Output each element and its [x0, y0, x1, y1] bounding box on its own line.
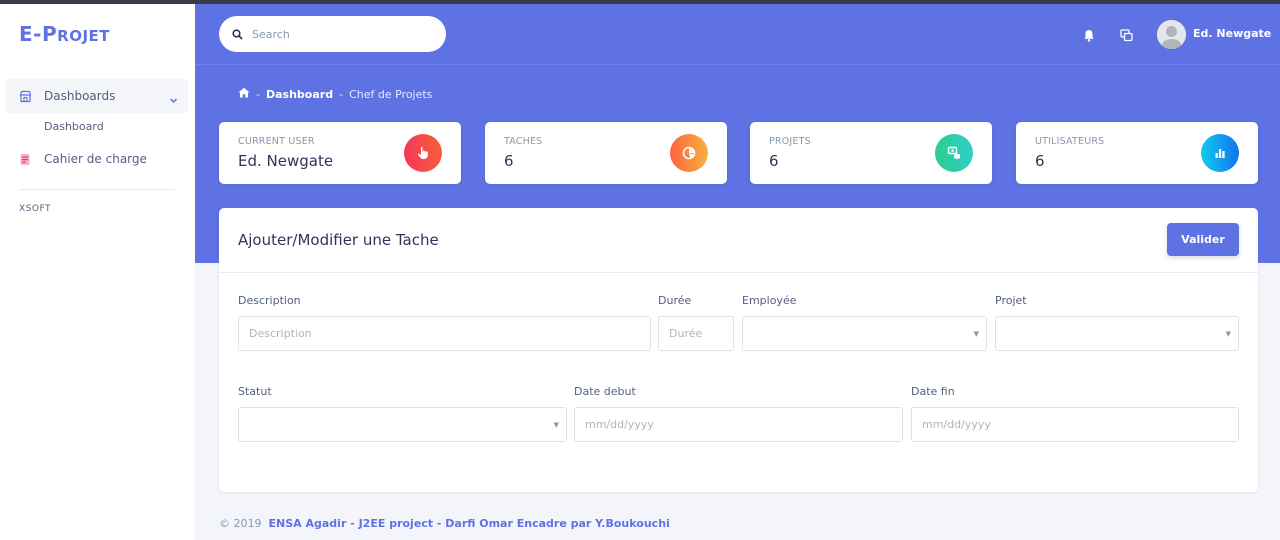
stat-title: PROJETS	[769, 136, 811, 147]
dropdown-arrow-icon: ▼	[553, 421, 559, 429]
duree-label: Durée	[658, 294, 692, 307]
description-label: Description	[238, 294, 301, 307]
chevron-down-icon	[169, 90, 178, 109]
stat-title: UTILISATEURS	[1035, 136, 1105, 147]
money-coins-icon	[935, 134, 973, 172]
date-fin-label: Date fin	[911, 385, 955, 398]
breadcrumb-separator: -	[339, 87, 344, 101]
stat-value: 6	[504, 152, 514, 170]
sidebar-item-label: Cahier de charge	[44, 152, 147, 166]
window-top-border	[0, 0, 1280, 4]
dropdown-arrow-icon: ▼	[1225, 330, 1231, 338]
task-form-panel: Ajouter/Modifier une Tache Valider Descr…	[219, 208, 1258, 492]
avatar[interactable]	[1157, 20, 1186, 49]
sidebar-item-dashboards[interactable]: Dashboards	[6, 79, 188, 113]
employee-label: Employée	[742, 294, 797, 307]
valider-button[interactable]: Valider	[1167, 223, 1239, 256]
statut-label: Statut	[238, 385, 272, 398]
statut-select[interactable]: ▼	[238, 407, 567, 442]
stat-value: 6	[769, 152, 779, 170]
sidebar-item-label: Dashboards	[44, 89, 116, 103]
footer-credit-link[interactable]: ENSA Agadir - J2EE project - Darfi Omar …	[269, 517, 670, 530]
form-title: Ajouter/Modifier une Tache	[238, 231, 439, 249]
breadcrumb-item-dashboard[interactable]: Dashboard	[266, 88, 333, 101]
home-icon[interactable]	[238, 87, 250, 101]
screens-icon[interactable]	[1120, 27, 1133, 46]
hand-pointer-icon	[404, 134, 442, 172]
dropdown-arrow-icon: ▼	[973, 330, 979, 338]
duree-input[interactable]	[658, 316, 734, 351]
sidebar-divider	[19, 189, 175, 190]
sidebar-section-heading: XSOFT	[19, 204, 51, 214]
user-name[interactable]: Ed. Newgate	[1193, 27, 1271, 40]
stat-card-current-user: CURRENT USER Ed. Newgate	[219, 122, 461, 184]
bar-chart-icon	[1201, 134, 1239, 172]
stat-card-utilisateurs: UTILISATEURS 6	[1016, 122, 1258, 184]
projet-label: Projet	[995, 294, 1027, 307]
date-debut-input[interactable]	[574, 407, 903, 442]
stat-card-projets: PROJETS 6	[750, 122, 992, 184]
sidebar-subitem-dashboard[interactable]: Dashboard	[44, 120, 104, 133]
sidebar: E-PROJET Dashboards Dashboard Cahier de …	[0, 4, 195, 540]
description-input[interactable]	[238, 316, 651, 351]
footer-copyright: © 2019	[219, 517, 262, 530]
stat-title: CURRENT USER	[238, 136, 315, 147]
document-icon	[18, 152, 32, 166]
search-bar[interactable]	[219, 16, 446, 52]
breadcrumb: - Dashboard - Chef de Projets	[238, 87, 432, 101]
brand-logo[interactable]: E-PROJET	[19, 22, 110, 46]
stat-value: Ed. Newgate	[238, 152, 334, 170]
stat-title: TACHES	[504, 136, 543, 147]
header-divider	[195, 64, 1280, 65]
shop-icon	[18, 89, 32, 103]
panel-divider	[219, 272, 1258, 273]
search-icon	[232, 25, 243, 44]
search-input[interactable]	[252, 27, 422, 41]
breadcrumb-separator: -	[256, 87, 260, 101]
pie-chart-icon	[670, 134, 708, 172]
stat-card-taches: TACHES 6	[485, 122, 727, 184]
date-debut-label: Date debut	[574, 385, 636, 398]
employee-select[interactable]: ▼	[742, 316, 987, 351]
date-fin-input[interactable]	[911, 407, 1239, 442]
footer: © 2019 ENSA Agadir - J2EE project - Darf…	[219, 517, 670, 530]
stat-value: 6	[1035, 152, 1045, 170]
bell-icon[interactable]	[1083, 27, 1095, 46]
projet-select[interactable]: ▼	[995, 316, 1239, 351]
breadcrumb-item-current: Chef de Projets	[349, 87, 433, 101]
sidebar-item-cahier-de-charge[interactable]: Cahier de charge	[6, 142, 188, 176]
